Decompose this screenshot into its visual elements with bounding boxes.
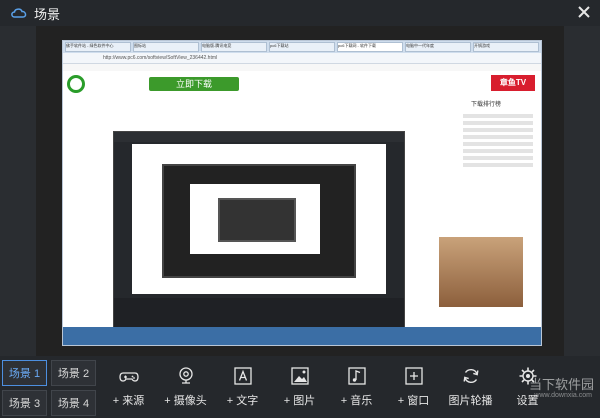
scene-2-button[interactable]: 场景 2 xyxy=(51,360,96,386)
tool-label: 图片轮播 xyxy=(448,395,493,407)
browser-tab: 开锅游戏 xyxy=(473,42,539,52)
bottom-toolbar: 场景 1 场景 2 场景 3 场景 4 + 来源 + 摄像头 + 文字 + 图片… xyxy=(0,356,600,418)
scene-3-button[interactable]: 场景 3 xyxy=(2,390,47,416)
live-badge: 章鱼TV xyxy=(491,75,535,91)
text-icon xyxy=(233,367,252,385)
add-source-tools: + 来源 + 摄像头 + 文字 + 图片 + 音乐 + 窗口 图片轮播 设置 xyxy=(100,356,600,418)
address-url: http://www.pc6.com/softview/SoftView_236… xyxy=(103,55,218,61)
image-slideshow-button[interactable]: 图片轮播 xyxy=(442,356,499,418)
add-image-button[interactable]: + 图片 xyxy=(271,356,328,418)
download-banner: 立即下载 xyxy=(149,77,239,91)
tool-label: + 来源 xyxy=(112,395,145,407)
scene-4-button[interactable]: 场景 4 xyxy=(51,390,96,416)
add-window-button[interactable]: + 窗口 xyxy=(385,356,442,418)
add-webcam-button[interactable]: + 摄像头 xyxy=(157,356,214,418)
window-title: 场景 xyxy=(34,6,61,22)
watermark-text: 当下软件园 xyxy=(528,377,594,392)
address-bar: http://www.pc6.com/softview/SoftView_236… xyxy=(63,53,541,64)
tool-label: + 窗口 xyxy=(397,395,430,407)
game-character-image xyxy=(439,237,523,307)
tool-label: + 图片 xyxy=(283,395,316,407)
rank-list xyxy=(463,111,533,170)
browser-tab: pc6下载网 - 软件下载 xyxy=(337,42,403,52)
add-music-button[interactable]: + 音乐 xyxy=(328,356,385,418)
scene-1-button[interactable]: 场景 1 xyxy=(2,360,47,386)
tool-label: + 文字 xyxy=(226,395,259,407)
title-bar: 场景 xyxy=(0,0,600,26)
browser-tab: 佛手软件站 - 绿色软件中心 xyxy=(65,42,131,52)
tool-label: + 音乐 xyxy=(340,395,373,407)
close-button[interactable] xyxy=(576,4,592,20)
app-logo-icon xyxy=(11,8,27,18)
browser-tab: 电脑中一代年度 xyxy=(405,42,471,52)
slideshow-icon xyxy=(463,368,478,384)
rank-title: 下载排行榜 xyxy=(470,102,501,108)
browser-logo-icon xyxy=(67,75,85,93)
image-icon xyxy=(290,367,309,385)
stage-left-margin xyxy=(0,26,36,356)
webcam-icon xyxy=(178,367,193,384)
browser-content: 立即下载 章鱼TV 下载排行榜 xyxy=(63,71,541,333)
recursive-preview-window xyxy=(113,131,405,333)
browser-tab: pc6下载站 xyxy=(269,42,335,52)
close-icon xyxy=(578,6,590,18)
browser-tabs: 佛手软件站 - 绿色软件中心 图标站 电脑版-腾讯电竞 pc6下载站 pc6下载… xyxy=(63,41,541,53)
watermark-url: www.downxia.com xyxy=(534,392,592,399)
scene-preview[interactable]: 佛手软件站 - 绿色软件中心 图标站 电脑版-腾讯电竞 pc6下载站 pc6下载… xyxy=(36,26,564,356)
stage-right-margin xyxy=(564,26,600,356)
scene-selector: 场景 1 场景 2 场景 3 场景 4 xyxy=(2,360,96,416)
tool-label: + 摄像头 xyxy=(164,395,207,407)
gamepad-icon xyxy=(118,372,139,382)
browser-tab: 电脑版-腾讯电竞 xyxy=(201,42,267,52)
window-icon xyxy=(404,367,423,385)
add-source-button[interactable]: + 来源 xyxy=(100,356,157,418)
music-icon xyxy=(347,367,366,385)
captured-browser: 佛手软件站 - 绿色软件中心 图标站 电脑版-腾讯电竞 pc6下载站 pc6下载… xyxy=(62,40,542,346)
preview-stage: 佛手软件站 - 绿色软件中心 图标站 电脑版-腾讯电竞 pc6下载站 pc6下载… xyxy=(0,26,600,356)
browser-tab: 图标站 xyxy=(133,42,199,52)
app-window: 场景 佛手软件站 - 绿色软件中心 图标站 电脑版-腾讯电竞 pc6下载站 pc… xyxy=(0,0,600,418)
os-taskbar xyxy=(63,327,541,345)
add-text-button[interactable]: + 文字 xyxy=(214,356,271,418)
